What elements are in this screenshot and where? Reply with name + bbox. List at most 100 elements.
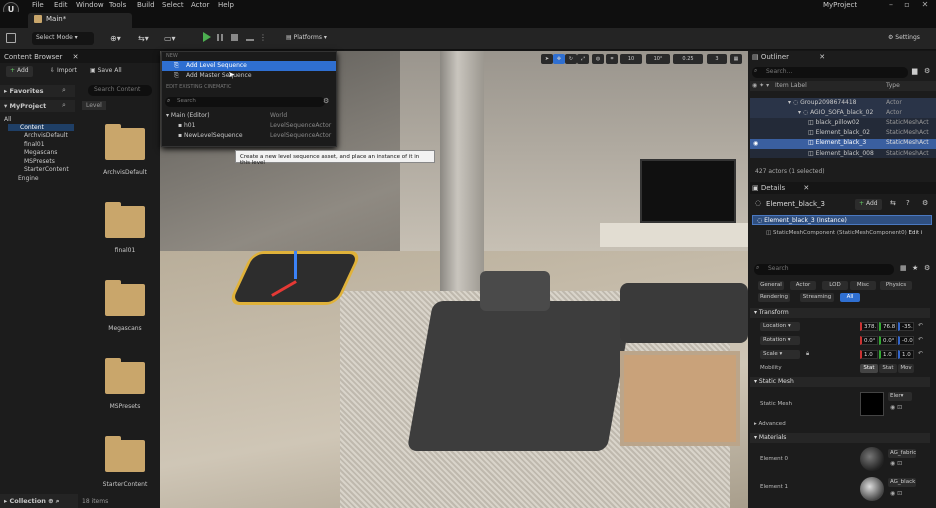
dropdown-row[interactable]: ▾ Main (Editor) (166, 112, 210, 119)
browse-icon[interactable]: ◉ ⊡ (890, 490, 902, 497)
camera-speed-value[interactable]: 3 (707, 54, 727, 64)
more-options-icon[interactable]: ⋮ (259, 33, 267, 42)
rotate-tool-icon[interactable]: ↻ (565, 54, 577, 64)
advanced-toggle[interactable]: ▸ Advanced (754, 421, 786, 427)
details-add-button[interactable]: + Add (855, 199, 882, 210)
transform-section[interactable]: ▾ Transform (750, 308, 930, 318)
pause-icon[interactable] (217, 34, 223, 41)
dropdown-row[interactable]: ▪ h01 (178, 122, 195, 129)
breadcrumb[interactable]: Level (82, 101, 106, 110)
details-tab[interactable]: ▣ Details ✕ (752, 184, 809, 192)
add-master-sequence-item[interactable]: Add Master Sequence (162, 71, 336, 81)
dropdown-search-input[interactable]: Search (165, 97, 325, 107)
folder-icon[interactable] (105, 124, 145, 160)
column-label[interactable]: Item Label (775, 82, 807, 89)
add-content-icon[interactable]: ⊕▾ (110, 34, 122, 44)
gizmo-z-axis[interactable] (294, 251, 297, 279)
menu-build[interactable]: Build (137, 1, 155, 9)
scale-tool-icon[interactable]: ⤢ (577, 54, 589, 64)
reset-icon[interactable]: ↶ (918, 350, 923, 357)
rotation-dropdown[interactable]: Rotation ▾ (760, 336, 800, 345)
add-folder-icon[interactable]: ▆ (912, 67, 917, 75)
lock-icon[interactable]: 🔒︎ (806, 350, 809, 358)
tab-main[interactable]: Main* (28, 13, 132, 28)
tree-archvisdefault[interactable]: ArchvisDefault (24, 132, 68, 139)
move-tool-icon[interactable]: ✥ (553, 54, 565, 64)
browse-icon[interactable]: ◉ ⊡ (890, 404, 902, 411)
filter-all[interactable]: All (840, 293, 860, 302)
collections-section[interactable]: ▸ Collection ⊕ ⌕ (0, 494, 78, 508)
platforms-button[interactable]: ▤ Platforms ▾ (282, 32, 332, 45)
eye-icon[interactable]: ◉ (753, 140, 758, 147)
surface-snap-icon[interactable]: ⌗ (606, 54, 618, 64)
close-tab-icon[interactable]: ✕ (803, 184, 809, 192)
filter-lod[interactable]: LOD (822, 281, 848, 290)
minimize-icon[interactable]: – (884, 0, 898, 12)
column-type[interactable]: Type (886, 82, 900, 89)
filter-rendering[interactable]: Rendering (758, 293, 790, 302)
filter-general[interactable]: General (758, 281, 784, 290)
maximize-icon[interactable]: ▫ (900, 0, 914, 12)
material-thumbnail[interactable] (860, 477, 884, 501)
filter-actor[interactable]: Actor (790, 281, 816, 290)
add-button[interactable]: + Add (6, 66, 33, 77)
scale-x-field[interactable]: 1.0 (860, 350, 878, 359)
add-level-sequence-item[interactable]: Add Level Sequence (162, 61, 336, 71)
material-1-dropdown[interactable]: AG_black (888, 478, 916, 487)
gear-icon[interactable]: ⚙ (924, 67, 930, 75)
rotation-y-field[interactable]: 0.0° (879, 336, 897, 345)
instance-row[interactable]: ◌ Element_black_3 (Instance) (752, 215, 932, 225)
component-row[interactable]: ◫ StaticMeshComponent (StaticMeshCompone… (766, 230, 922, 236)
eject-icon[interactable] (246, 34, 254, 41)
reset-icon[interactable]: ↶ (918, 322, 923, 329)
static-mesh-section[interactable]: ▾ Static Mesh (750, 377, 930, 387)
outliner-tab[interactable]: ▤ Outliner ✕ (752, 53, 825, 61)
location-x-field[interactable]: 378. (860, 322, 878, 331)
scale-z-field[interactable]: 1.0 (898, 350, 914, 359)
filter-misc[interactable]: Misc (850, 281, 876, 290)
tree-all[interactable]: All (4, 116, 11, 123)
play-icon[interactable] (203, 32, 211, 42)
materials-section[interactable]: ▾ Materials (750, 433, 930, 443)
search-icon[interactable]: ⌕ (62, 86, 66, 95)
mesh-dropdown[interactable]: Eler▾ (888, 392, 912, 401)
menu-window[interactable]: Window (76, 1, 104, 9)
tree-content[interactable]: Content (8, 124, 74, 131)
reset-icon[interactable]: ↶ (918, 336, 923, 343)
menu-file[interactable]: File (32, 1, 44, 9)
menu-edit[interactable]: Edit (54, 1, 68, 9)
save-all-button[interactable]: ▣ Save All (86, 66, 126, 77)
outliner-search-input[interactable]: Search... (752, 67, 908, 78)
folder-icon[interactable] (105, 202, 145, 238)
close-tab-icon[interactable]: ✕ (73, 53, 79, 61)
close-icon[interactable]: ✕ (918, 0, 932, 12)
save-icon[interactable] (6, 33, 16, 43)
filter-physics[interactable]: Physics (880, 281, 912, 290)
browse-icon[interactable]: ◉ ⊡ (890, 460, 902, 467)
settings-button[interactable]: ⚙ Settings (884, 32, 934, 45)
grid-icon[interactable]: ▦ (900, 264, 907, 272)
details-search-input[interactable]: Search (754, 264, 894, 275)
scale-snap-value[interactable]: 0.25 (673, 54, 703, 64)
cinematics-icon[interactable]: ▭▾ (164, 34, 178, 44)
location-y-field[interactable]: 76.8 (879, 322, 897, 331)
rotation-x-field[interactable]: 0.0° (860, 336, 878, 345)
tree-megascans[interactable]: Megascans (24, 149, 57, 156)
viewport-layout-icon[interactable]: ▦ (730, 54, 742, 64)
content-search-input[interactable]: Search Content (88, 85, 152, 96)
dropdown-row[interactable]: ▪ NewLevelSequence (178, 132, 243, 139)
gear-icon[interactable]: ⚙ (924, 264, 930, 272)
mobility-movable[interactable]: Mov (898, 364, 914, 373)
location-z-field[interactable]: -35. (898, 322, 914, 331)
gear-icon[interactable]: ⚙ (922, 199, 928, 207)
menu-tools[interactable]: Tools (109, 1, 126, 9)
angle-snap-value[interactable]: 10° (646, 54, 670, 64)
scale-y-field[interactable]: 1.0 (879, 350, 897, 359)
tree-engine[interactable]: Engine (18, 175, 39, 182)
search-icon[interactable]: ⌕ (62, 101, 66, 110)
gear-icon[interactable]: ⚙ (323, 97, 329, 105)
stop-icon[interactable] (231, 34, 238, 41)
tree-startercontent[interactable]: StarterContent (24, 166, 69, 173)
world-space-icon[interactable]: ◍ (592, 54, 604, 64)
star-icon[interactable]: ★ (912, 264, 918, 272)
